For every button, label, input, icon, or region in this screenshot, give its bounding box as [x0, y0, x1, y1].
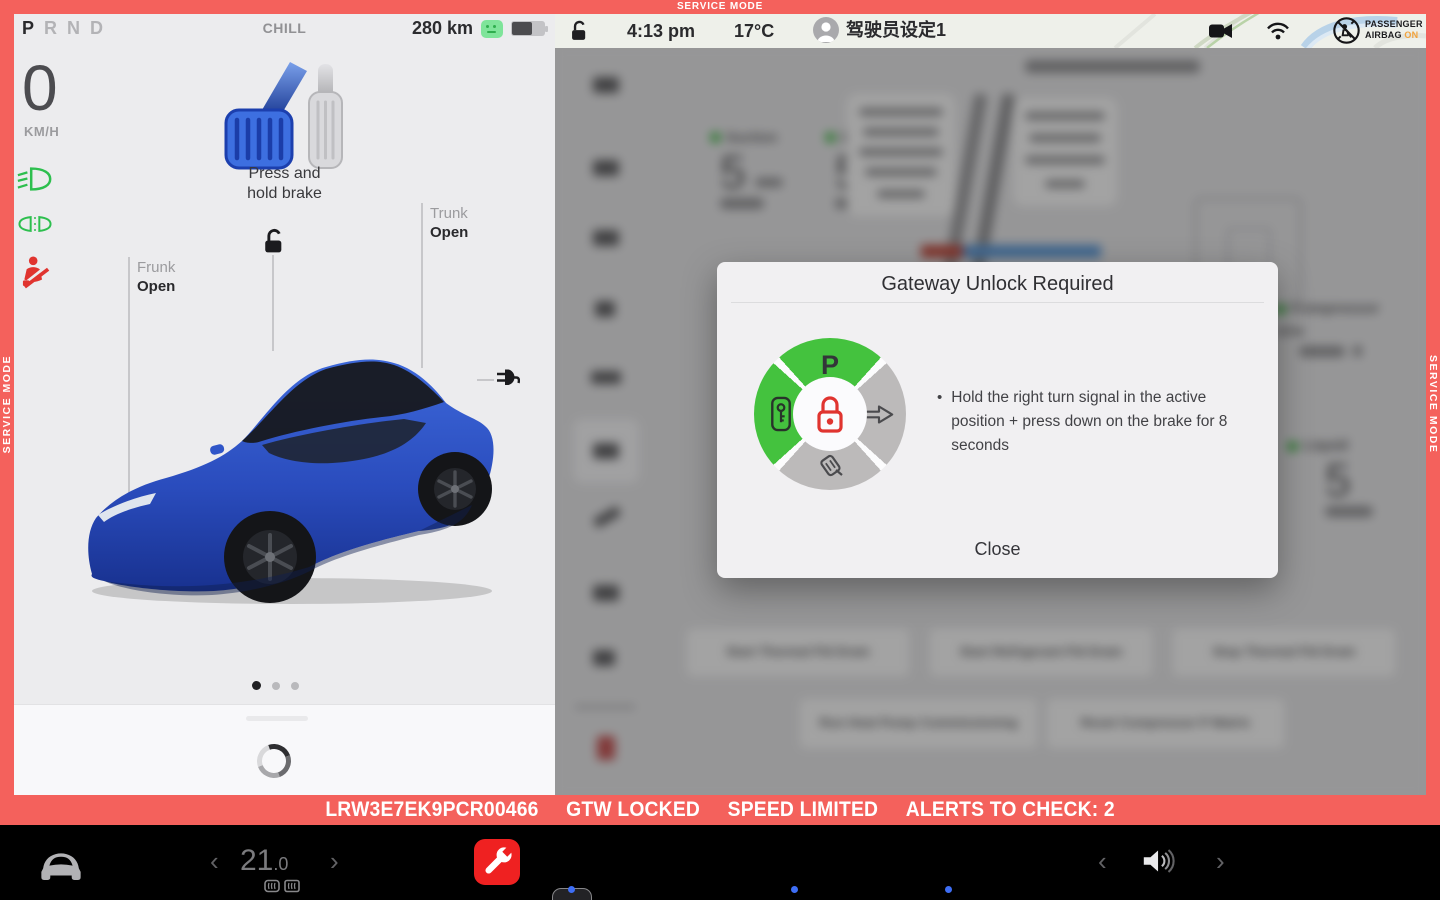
music-notification-badge: [791, 886, 798, 893]
tesla-service-screen: SERVICE MODE SERVICE MODE SERVICE MODE P…: [0, 0, 1440, 900]
brake-hint: Press and hold brake: [14, 164, 555, 204]
service-mode-top-label: SERVICE MODE: [0, 0, 1440, 14]
service-mode-left-label: SERVICE MODE: [1, 355, 13, 453]
clock[interactable]: 4:13 pm: [627, 19, 695, 43]
taskbar: ‹ 21.0 ›: [0, 825, 1440, 900]
dialog-title: Gateway Unlock Required: [717, 273, 1278, 296]
range-value: 280 km: [412, 18, 473, 39]
instruction-text: Hold the right turn signal in the active…: [951, 386, 1251, 458]
defrost-front-icon[interactable]: [264, 879, 280, 893]
page-dot-3[interactable]: [291, 682, 299, 690]
temp-increase-chevron[interactable]: ›: [330, 848, 339, 874]
unlock-steps-wheel: P: [754, 338, 906, 490]
seatbelt-warning-icon: [22, 254, 50, 290]
driver-profile-button[interactable]: 驾驶员设定1: [813, 17, 946, 43]
status-bar: 4:13 pm 17°C 驾驶员设定1: [555, 14, 1426, 48]
airbag-on-state: ON: [1404, 30, 1418, 40]
cabin-temperature-control[interactable]: 21.0: [240, 844, 288, 878]
charging-icon: [481, 20, 503, 38]
vehicle-controls-button[interactable]: [36, 844, 86, 882]
speed-unit: KM/H: [24, 124, 59, 139]
wrench-icon: [474, 839, 520, 885]
key-fob-step-icon: [770, 395, 792, 433]
position-lamps-indicator-icon: [16, 211, 54, 237]
page-dot-2[interactable]: [272, 682, 280, 690]
frunk-status: Open: [137, 277, 175, 296]
vin: LRW3E7EK9PCR00466: [325, 798, 538, 822]
battery-icon: [511, 21, 545, 36]
vehicle-3d-render[interactable]: [64, 329, 500, 609]
page-dot-1[interactable]: [252, 681, 261, 690]
vehicle-unlocked-icon[interactable]: [259, 228, 286, 255]
gtw-locked-status: GTW LOCKED: [566, 798, 700, 822]
sheet-drag-handle[interactable]: [246, 716, 308, 721]
bullet-icon: •: [937, 386, 942, 458]
trunk-control[interactable]: Trunk Open: [430, 204, 468, 242]
close-button[interactable]: Close: [717, 539, 1278, 560]
trunk-label: Trunk: [430, 204, 468, 223]
loading-spinner: [251, 738, 296, 783]
theater-notification-badge: [945, 886, 952, 893]
passenger-airbag-icon: [1332, 16, 1361, 45]
page-indicator[interactable]: [252, 681, 299, 690]
battery-range-group: 280 km: [412, 18, 545, 39]
unlocked-icon[interactable]: [567, 20, 589, 42]
cabin-temp-decimal: .0: [273, 854, 288, 874]
service-mode-right-band: SERVICE MODE: [1426, 14, 1440, 795]
avatar: [813, 17, 839, 43]
temp-decrease-chevron[interactable]: ‹: [210, 848, 219, 874]
wifi-icon[interactable]: [1265, 20, 1291, 41]
trunk-status: Open: [430, 223, 468, 242]
alerts-to-check: ALERTS TO CHECK: 2: [906, 798, 1115, 822]
dialog-divider: [731, 302, 1264, 303]
service-mode-top-band: SERVICE MODE: [0, 0, 1440, 14]
service-alert-bar: LRW3E7EK9PCR00466 GTW LOCKED SPEED LIMIT…: [0, 795, 1440, 825]
speed-value: 0: [22, 56, 58, 120]
passenger-airbag-status: PASSENGER AIRBAG ON: [1365, 19, 1423, 41]
profile-name: 驾驶员设定1: [846, 18, 946, 42]
cabin-temp-value: 21: [240, 844, 273, 877]
frunk-control[interactable]: Frunk Open: [137, 258, 175, 296]
turn-signal-step-icon: [863, 403, 895, 426]
volume-icon[interactable]: [1140, 846, 1178, 876]
brake-pedal-step-icon: [815, 450, 845, 479]
unlock-instruction: • Hold the right turn signal in the acti…: [937, 386, 1251, 458]
service-mode-left-band: SERVICE MODE: [0, 14, 14, 795]
vehicle-status-panel: PRND CHILL 280 km 0 KM/H: [14, 14, 555, 795]
gateway-locked-icon: [793, 377, 867, 451]
pedals-graphic: [206, 62, 356, 174]
service-app-icon[interactable]: [474, 839, 520, 885]
outside-temperature: 17°C: [734, 19, 774, 43]
frunk-label: Frunk: [137, 258, 175, 277]
gateway-unlock-dialog: Gateway Unlock Required P: [717, 262, 1278, 578]
app-launcher-notification-badge: [568, 886, 575, 893]
service-mode-right-label: SERVICE MODE: [1427, 355, 1439, 453]
defrost-rear-icon[interactable]: [284, 879, 300, 893]
cabin-camera-icon[interactable]: [1209, 23, 1233, 39]
speed-limited-status: SPEED LIMITED: [728, 798, 879, 822]
volume-increase-chevron[interactable]: ›: [1216, 848, 1225, 874]
volume-decrease-chevron[interactable]: ‹: [1098, 848, 1107, 874]
bottom-sheet[interactable]: [14, 705, 555, 795]
